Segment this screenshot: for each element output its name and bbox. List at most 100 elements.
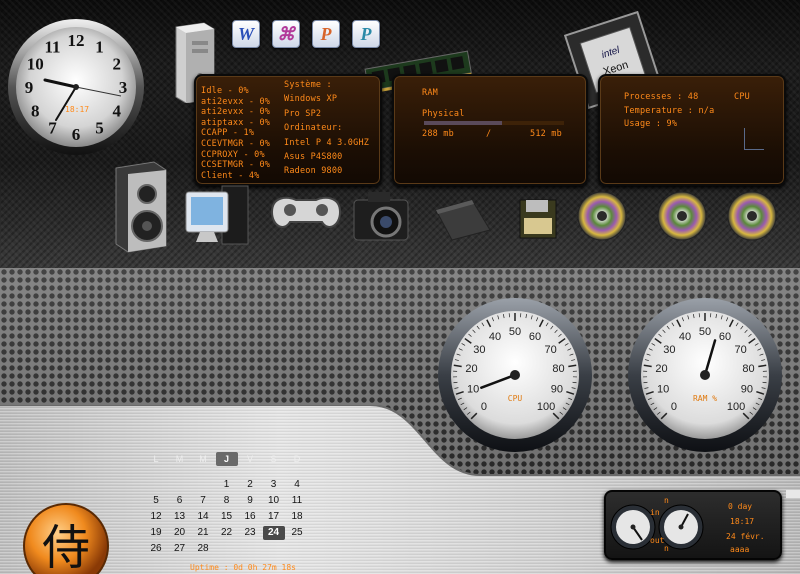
calendar-day[interactable]: 13 — [169, 510, 191, 524]
process-item: ati2evxx - 0% — [201, 107, 271, 118]
calendar-day[interactable]: 11 — [286, 494, 308, 508]
powerpoint-icon[interactable]: P — [312, 20, 340, 48]
ram-total: 512 mb — [530, 129, 562, 139]
calendar-day[interactable]: 26 — [145, 542, 167, 556]
analog-clock: 12 1 2 3 4 5 6 7 8 9 10 11 18:17 — [5, 16, 147, 158]
calendar-day[interactable]: 18 — [286, 510, 308, 524]
clock-numeral: 1 — [95, 37, 104, 56]
cd-icon[interactable] — [574, 160, 630, 258]
cpu-usage: Usage : 9% — [624, 119, 678, 129]
system-info-item: Intel P 4 3.0GHZ — [284, 137, 370, 148]
gauge-tick-label: 0 — [671, 401, 677, 413]
calendar-day-header: M — [199, 454, 207, 464]
clock-numeral: 2 — [112, 55, 121, 74]
gauge-tick-label: 50 — [509, 326, 521, 338]
speaker-icon[interactable] — [110, 160, 170, 258]
calendar-day[interactable]: 2 — [239, 478, 261, 492]
gauge-label: RAM % — [693, 394, 717, 403]
cd-icon[interactable] — [654, 160, 710, 258]
process-item: CCEVTMGR - 0% — [201, 139, 271, 149]
mini-date: 24 févr. — [726, 532, 765, 541]
calendar-day[interactable]: 20 — [169, 526, 191, 540]
calendar-day-header: V — [246, 454, 253, 464]
clock-digital-time: 18:17 — [65, 105, 90, 114]
computer-icon[interactable] — [182, 160, 254, 258]
net-small-top: n — [664, 496, 669, 505]
clock-numeral: 4 — [112, 102, 121, 121]
gauge-tick — [572, 381, 577, 384]
system-info-item: Système : — [284, 80, 332, 90]
calendar-day[interactable]: 23 — [239, 526, 261, 540]
calendar-day[interactable]: 3 — [263, 478, 285, 492]
calendar-day[interactable]: 27 — [169, 542, 191, 556]
gamepad-icon[interactable] — [264, 160, 348, 258]
gauge-tick-label: 70 — [734, 344, 746, 356]
office-icon-bar: W ⌘ P P — [232, 20, 380, 50]
calendar-day-header: S — [270, 454, 277, 464]
calendar-day[interactable]: 16 — [239, 510, 261, 524]
panel-tab — [786, 490, 800, 498]
cpu-processes: Processes : 48 — [624, 92, 699, 102]
calendar-day[interactable]: 24 — [262, 526, 285, 540]
calendar-day[interactable]: 19 — [145, 526, 167, 540]
key-app-icon[interactable]: ⌘ — [272, 20, 300, 48]
floppy-icon[interactable] — [514, 160, 564, 258]
mini-year: aaaa — [730, 545, 750, 554]
calendar-day[interactable]: 17 — [263, 510, 285, 524]
gauge-label: CPU — [508, 394, 523, 403]
process-item: CCAPP - 1% — [201, 128, 255, 139]
cpu-gauge: 0 10 20 30 40 50 60 70 80 90 100 CPU — [436, 296, 594, 454]
calendar-day[interactable]: 8 — [216, 494, 238, 508]
calendar-day[interactable]: 14 — [192, 510, 214, 524]
gauge-tick-label: 90 — [741, 384, 753, 396]
calendar-day[interactable]: 22 — [216, 526, 238, 540]
clock-numeral: 8 — [31, 102, 40, 121]
publisher-icon[interactable]: P — [352, 20, 380, 48]
system-info-item: Pro SP2 — [284, 108, 322, 119]
gauge-tick-label: 10 — [657, 384, 669, 396]
calendar-day[interactable]: 6 — [169, 494, 191, 508]
system-info-item: Ordinateur: — [284, 123, 343, 134]
uptime-days: 0 day — [728, 502, 753, 511]
samurai-logo[interactable]: 侍 — [22, 502, 110, 574]
mini-time: 18:17 — [730, 517, 755, 526]
cpu-title: CPU — [734, 92, 750, 102]
gauge-tick-label: 60 — [719, 331, 731, 343]
calendar-day[interactable]: 1 — [216, 478, 238, 492]
ram-physical-label: Physical — [422, 109, 465, 119]
gauge-tick-label: 50 — [699, 326, 711, 338]
clock-numeral: 3 — [119, 78, 128, 97]
ram-used: 288 mb — [422, 129, 454, 139]
word-icon[interactable]: W — [232, 20, 260, 48]
calendar-day[interactable]: 5 — [145, 494, 167, 508]
cd-icon[interactable] — [724, 160, 780, 258]
net-in-label: in — [650, 508, 660, 517]
clock-numeral: 11 — [44, 37, 60, 56]
gauge-tick-label: 80 — [742, 363, 754, 375]
gauge-tick-label: 10 — [467, 384, 479, 396]
ram-usage-bar-fill — [424, 121, 503, 125]
calendar-day[interactable]: 21 — [192, 526, 214, 540]
calendar-day[interactable]: 7 — [192, 494, 214, 508]
calendar-day-header: L — [153, 454, 159, 464]
clock-numeral: 5 — [95, 119, 104, 138]
gauge-tick-label: 30 — [663, 344, 675, 356]
gauge-tick — [453, 381, 458, 384]
folder-icon[interactable] — [428, 160, 494, 258]
clock-numeral: 7 — [48, 119, 57, 138]
calendar-day[interactable]: 15 — [216, 510, 238, 524]
calendar-day[interactable]: 9 — [239, 494, 261, 508]
process-item: Idle - 0% — [201, 86, 249, 96]
camera-icon[interactable] — [350, 160, 414, 258]
calendar-day[interactable]: 25 — [286, 526, 308, 540]
gauge-tick-label: 20 — [655, 363, 667, 375]
clock-numeral: 10 — [27, 55, 44, 74]
calendar: L M M J V S D 1 2 3 4 5 6 7 8 9 10 11 12 13 14 15 16 17 18 19 20 21… — [145, 452, 310, 556]
calendar-day[interactable]: 28 — [192, 542, 214, 556]
calendar-day-header: J — [215, 452, 238, 466]
calendar-day[interactable]: 4 — [286, 478, 308, 492]
gauge-tick-label: 100 — [727, 401, 745, 413]
calendar-day[interactable]: 10 — [263, 494, 285, 508]
process-item: CCPROXY - 0% — [201, 149, 265, 160]
calendar-day[interactable]: 12 — [145, 510, 167, 524]
